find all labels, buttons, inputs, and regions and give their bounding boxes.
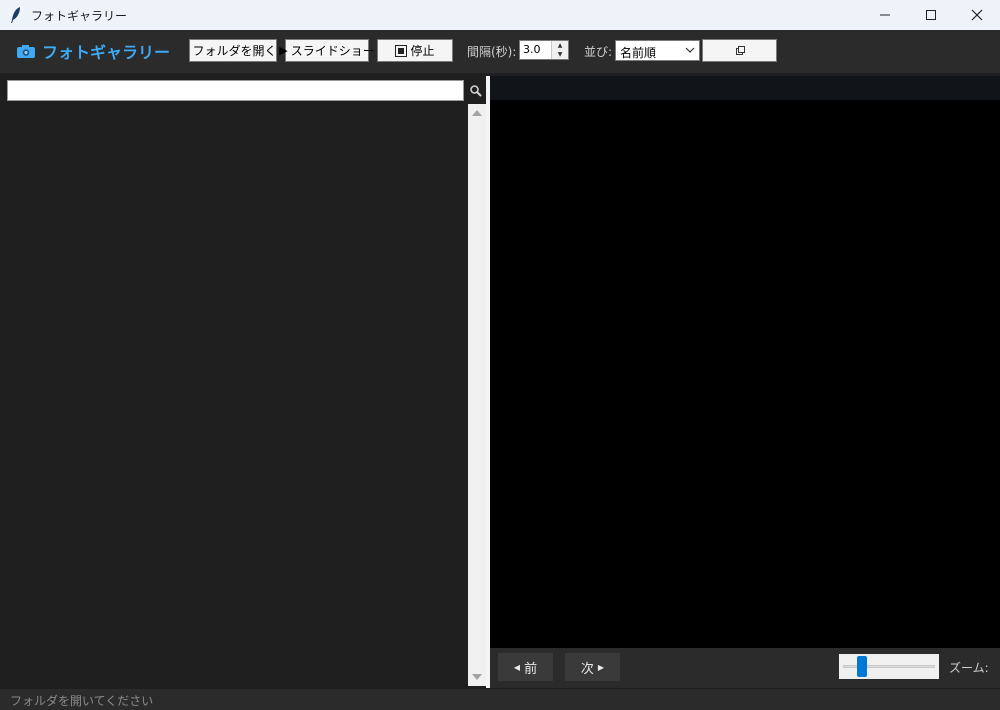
spin-up-icon[interactable]: ▲ <box>552 41 568 50</box>
chevron-down-icon <box>685 47 695 53</box>
thumbnail-scrollbar[interactable] <box>468 104 488 686</box>
slideshow-button[interactable]: ▶ スライドショー <box>279 39 375 62</box>
feather-icon <box>11 7 20 23</box>
maximize-button[interactable] <box>908 0 954 30</box>
camera-icon <box>17 45 35 58</box>
spin-down-icon[interactable]: ▼ <box>552 50 568 59</box>
scroll-up-icon[interactable] <box>472 110 482 116</box>
image-canvas[interactable] <box>490 100 1000 648</box>
close-button[interactable] <box>954 0 1000 30</box>
sort-select[interactable]: 名前順 <box>615 40 700 61</box>
stop-icon <box>395 44 408 57</box>
copy-icon <box>735 45 745 55</box>
zoom-thumb[interactable] <box>857 656 867 677</box>
minimize-icon <box>880 14 890 16</box>
interval-label: 間隔(秒): <box>467 45 517 59</box>
zoom-label: ズーム: <box>949 661 989 675</box>
close-icon <box>971 9 983 21</box>
app-title-text: フォトギャラリー <box>42 43 171 62</box>
status-bar: フォルダを開いてください <box>0 689 1000 710</box>
status-text: フォルダを開いてください <box>10 694 154 708</box>
sort-value: 名前順 <box>620 46 657 60</box>
sort-label: 並び: <box>584 45 613 59</box>
search-input[interactable] <box>7 80 464 101</box>
copy-button[interactable] <box>702 39 777 62</box>
zoom-slider[interactable] <box>839 654 939 679</box>
prev-label: 前 <box>524 661 538 677</box>
play-icon: ▶ <box>279 44 288 57</box>
slideshow-label: スライドショー <box>290 44 375 58</box>
window-title: フォトギャラリー <box>31 9 128 23</box>
prev-button[interactable]: ◀ 前 <box>498 653 553 681</box>
title-bar: フォトギャラリー <box>0 0 1000 30</box>
minimize-button[interactable] <box>862 0 908 30</box>
photo-gallery-window: フォトギャラリー フォトギャラリー フォルダを開く ▶ スライドショー 停止 間… <box>0 0 1000 710</box>
interval-spinbox[interactable]: 3.0 ▲ ▼ <box>519 40 569 60</box>
image-info-bar <box>490 76 1000 100</box>
open-folder-label: フォルダを開く <box>192 44 277 58</box>
maximize-icon <box>926 10 936 20</box>
spin-arrows[interactable]: ▲ ▼ <box>551 41 568 59</box>
next-arrow-icon: ▶ <box>597 662 605 672</box>
stop-button[interactable]: 停止 <box>377 39 453 62</box>
next-button[interactable]: 次 ▶ <box>565 653 620 681</box>
stop-label: 停止 <box>410 44 435 58</box>
open-folder-button[interactable]: フォルダを開く <box>189 39 277 62</box>
magnifier-icon[interactable] <box>469 84 483 98</box>
interval-value: 3.0 <box>523 43 541 56</box>
next-label: 次 <box>580 661 594 677</box>
app-title: フォトギャラリー <box>16 40 170 62</box>
prev-arrow-icon: ◀ <box>513 662 521 672</box>
scroll-down-icon[interactable] <box>472 674 482 680</box>
